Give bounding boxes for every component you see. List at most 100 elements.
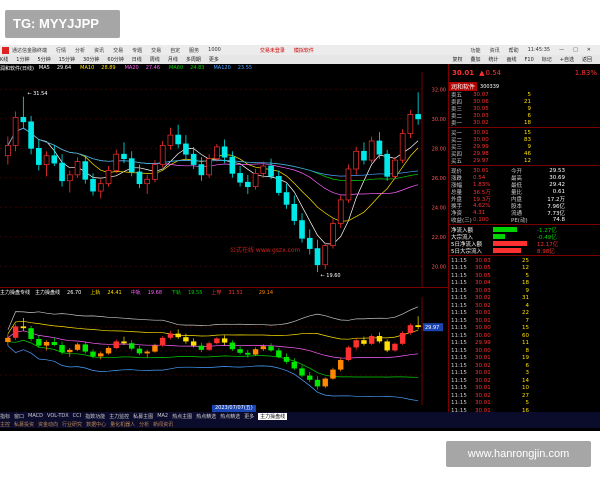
menu-item[interactable]: 分析	[75, 47, 85, 54]
indicator-bar	[338, 360, 344, 370]
menu-help[interactable]: 帮助	[509, 47, 519, 54]
trade-login-status[interactable]: 交易未登录	[260, 47, 285, 54]
indicator-tab[interactable]: 热点精选	[220, 413, 240, 420]
indicator-tab[interactable]: VOL-TDX	[47, 413, 69, 419]
candle	[113, 149, 120, 174]
toolbar-item[interactable]: 30分钟	[83, 56, 99, 63]
indicator-tab[interactable]: 主力监控	[109, 413, 129, 420]
candle-body	[415, 114, 421, 120]
toolbar-right-item[interactable]: +自选	[560, 56, 574, 63]
toolbar-right-item[interactable]: 标记	[542, 56, 552, 63]
indicator-tab[interactable]: 指标	[0, 413, 10, 420]
menu-item[interactable]: 行情	[56, 47, 66, 54]
candle-body	[299, 220, 305, 239]
sim-software-link[interactable]: 模拟软件	[294, 47, 314, 54]
function-tab[interactable]: 主控	[0, 421, 10, 428]
maximize-icon[interactable]: □	[573, 47, 578, 53]
price-change-pct: 1.83%	[574, 69, 597, 77]
candle-body	[275, 175, 282, 193]
toolbar-item[interactable]: 月线	[168, 56, 178, 63]
toolbar-item[interactable]: 日线	[132, 56, 142, 63]
toolbar-item[interactable]: 周线	[150, 56, 160, 63]
function-tab[interactable]: 行业研究	[62, 421, 82, 428]
indicator-tab[interactable]: 私募主图	[133, 413, 153, 420]
function-tab[interactable]: 分析	[139, 421, 149, 428]
candle-body	[74, 161, 81, 176]
watermark-text: 公式在线 www.gszx.com	[230, 246, 300, 254]
indicator-bar	[291, 361, 297, 369]
candlestick-chart[interactable]: 32.00 30.00 28.00 26.00 24.00 22.00 20.00 ← 31.…	[0, 72, 448, 287]
toolbar-right-item[interactable]: 统计	[488, 56, 498, 63]
indicator-bar	[392, 343, 398, 351]
toolbar-item[interactable]: 更多	[209, 56, 219, 63]
tick-price: 30.01	[475, 317, 491, 324]
candle-body	[198, 164, 205, 176]
candle	[175, 124, 181, 149]
price-axis-label: 24.00	[432, 205, 446, 211]
close-icon[interactable]: ✕	[587, 47, 591, 53]
ma-label: MA10	[80, 65, 95, 71]
indicator-value: 19.68	[147, 290, 163, 296]
indicator-tab[interactable]: 更多	[244, 413, 254, 420]
menu-item[interactable]: 交易	[151, 47, 161, 54]
clock: 11:45:35	[527, 47, 551, 53]
menu-item[interactable]: 专题	[132, 47, 142, 54]
indicator-tab[interactable]: 窗口	[14, 413, 24, 420]
price-axis-label: 30.00	[432, 117, 446, 123]
indicator-tab[interactable]: MACD	[28, 413, 43, 419]
function-tab[interactable]: 新闻资讯	[153, 421, 173, 428]
price-axis-label: 20.00	[432, 264, 446, 270]
toolbar-item[interactable]: 5分钟	[37, 56, 50, 63]
indicator-tab[interactable]: 热点精选	[196, 413, 216, 420]
indicator-tab[interactable]: MA2	[157, 413, 168, 419]
website-url-badge: www.hanrongjin.com	[446, 441, 591, 467]
function-tab[interactable]: 量化机器人	[110, 421, 135, 428]
menu-item[interactable]: 资讯	[94, 47, 104, 54]
menu-item[interactable]: 自定	[170, 47, 180, 54]
tick-time: 11:15	[451, 317, 467, 324]
toolbar-item[interactable]: 60分钟	[107, 56, 123, 63]
indicator-tab-selected[interactable]: 主力操盘线	[258, 412, 288, 420]
ma-legend-item: MA120 23.55	[213, 65, 257, 71]
candle	[28, 115, 34, 155]
tick-volume: 14	[522, 377, 529, 384]
menu-item[interactable]: 服务	[189, 47, 199, 54]
toolbar-item[interactable]: 多周期	[186, 56, 201, 63]
capital-flow: 净流入额 -1.27亿 大宗流入 -0.49亿 5日净流入额 12.17亿 5日大宗流入 8.…	[449, 226, 600, 255]
candle	[407, 110, 414, 139]
tick-time: 11:15	[451, 332, 467, 339]
tick-volume: 22	[522, 310, 529, 317]
indicator-chart[interactable]: 29.97	[0, 297, 448, 405]
tick-row: 11:15 29.99 11	[449, 340, 600, 348]
menu-item[interactable]: 1000	[208, 47, 221, 53]
function-tab[interactable]: 私募投资	[14, 421, 34, 428]
candle-body	[152, 164, 158, 180]
candle	[90, 173, 96, 196]
toolbar-right-item[interactable]: 画线	[507, 56, 517, 63]
tick-volume: 19	[522, 355, 529, 362]
tick-list[interactable]: 11:15 30.03 25 11:15 30.05 12 11:15 30.05 5 11:15…	[449, 257, 600, 412]
tick-time: 11:15	[451, 257, 467, 264]
indicator-legend-item: 29.14	[252, 290, 278, 296]
toolbar-right-item[interactable]: F10	[525, 57, 534, 63]
indicator-tab[interactable]: 指数功能	[85, 413, 105, 420]
toolbar-item[interactable]: 15分钟	[59, 56, 75, 63]
toolbar-right-item[interactable]: 复权	[452, 56, 462, 63]
function-tab[interactable]: 数据中心	[86, 421, 106, 428]
minimize-icon[interactable]: —	[559, 47, 564, 53]
menu-function[interactable]: 功能	[471, 47, 481, 54]
toolbar-right-item[interactable]: 叠加	[470, 56, 480, 63]
candle	[159, 140, 166, 168]
indicator-tab[interactable]: 热点主图	[172, 413, 192, 420]
candle	[283, 183, 290, 209]
toolbar-item[interactable]: 1分钟	[16, 56, 29, 63]
indicator-tab-bar: 指标 窗口 MACD VOL-TDX CCI 指数功能 主力监控 私募主图 MA2 热点主图 热点精…	[0, 412, 600, 420]
flow-value: 8.98亿	[537, 248, 555, 255]
function-tab[interactable]: 资金动向	[38, 421, 58, 428]
indicator-tab[interactable]: CCI	[73, 413, 81, 419]
candle	[66, 170, 73, 193]
menu-info[interactable]: 资讯	[490, 47, 500, 54]
toolbar-item[interactable]: K线	[0, 56, 8, 63]
toolbar-right-item[interactable]: 返回	[582, 56, 592, 63]
menu-item[interactable]: 交易	[113, 47, 123, 54]
